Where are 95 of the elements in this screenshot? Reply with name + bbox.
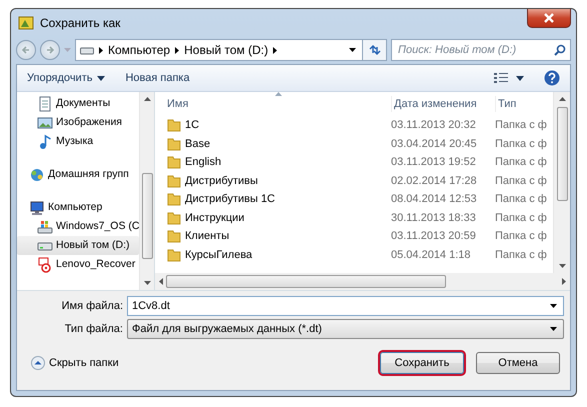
app-icon bbox=[18, 14, 34, 30]
address-bar[interactable]: Компьютер Новый том (D:) bbox=[75, 39, 363, 61]
search-icon bbox=[554, 44, 566, 56]
folder-icon bbox=[167, 174, 181, 188]
scroll-right-icon[interactable] bbox=[562, 278, 566, 285]
hide-folders-button[interactable]: Скрыть папки bbox=[31, 354, 119, 372]
picture-icon bbox=[37, 114, 53, 130]
column-header[interactable]: Тип bbox=[495, 96, 547, 112]
dialog-button[interactable]: Сохранить bbox=[380, 352, 464, 374]
file-date: 03.04.2014 20:45 bbox=[391, 138, 477, 150]
file-type-dropdown[interactable]: Файл для выгружаемых данных (*.dt) bbox=[127, 319, 564, 339]
file-date: 30.11.2013 18:33 bbox=[391, 212, 476, 224]
scroll-down-icon[interactable] bbox=[144, 281, 150, 285]
music-note-icon bbox=[37, 134, 53, 150]
search-box[interactable]: Поиск: Новый том (D:) bbox=[391, 39, 571, 61]
caret-icon[interactable] bbox=[516, 76, 524, 80]
file-date: 02.02.2014 17:28 bbox=[391, 174, 477, 186]
folder-icon bbox=[167, 118, 181, 132]
scrollbar-thumb[interactable] bbox=[166, 275, 446, 288]
file-type: Папка с ф bbox=[495, 212, 547, 224]
dropdown-icon bbox=[550, 327, 557, 331]
folder-icon bbox=[167, 229, 181, 244]
folder-icon bbox=[167, 192, 181, 206]
file-name[interactable]: КурсыГилева bbox=[185, 246, 252, 263]
file-name[interactable]: Инструкции bbox=[185, 210, 244, 226]
folder-icon bbox=[167, 210, 181, 225]
field-label: Имя файла: bbox=[60, 298, 123, 314]
chevron-icon bbox=[99, 46, 103, 54]
folder-icon bbox=[167, 136, 181, 151]
field-label: Тип файла: bbox=[64, 322, 123, 337]
file-name-field[interactable]: 1Cv8.dt bbox=[132, 298, 544, 314]
document-icon bbox=[37, 96, 53, 112]
scroll-up-icon[interactable] bbox=[144, 97, 150, 101]
chevron-icon bbox=[273, 46, 278, 54]
window-title: Сохранить как bbox=[40, 14, 120, 32]
file-type: Папка с ф bbox=[495, 156, 547, 168]
caret-icon bbox=[64, 48, 71, 52]
view-icon[interactable] bbox=[494, 72, 508, 84]
refresh-icon bbox=[368, 44, 382, 56]
scrollbar-thumb[interactable] bbox=[142, 173, 152, 259]
refresh-button[interactable] bbox=[363, 39, 387, 61]
breadcrumb-item[interactable]: Компьютер bbox=[108, 41, 170, 59]
column-header[interactable]: Дата изменения bbox=[391, 96, 495, 112]
file-name[interactable]: Дистрибутивы bbox=[185, 172, 258, 189]
file-type: Папка с ф bbox=[495, 138, 547, 150]
folder-icon bbox=[167, 155, 181, 170]
expand-up-icon bbox=[31, 356, 45, 370]
file-type: Папка с ф bbox=[495, 230, 547, 242]
drive-icon bbox=[37, 218, 53, 234]
drive-icon bbox=[80, 45, 94, 55]
forward-icon bbox=[44, 44, 56, 56]
folder-icon bbox=[167, 248, 181, 262]
scroll-down-icon[interactable] bbox=[558, 264, 566, 268]
help-icon[interactable] bbox=[544, 70, 560, 86]
file-name[interactable]: Дистрибутивы 1С bbox=[185, 191, 276, 208]
file-date: 08.04.2014 12:53 bbox=[391, 193, 477, 205]
close-button[interactable] bbox=[527, 9, 571, 28]
file-date: 03.11.2013 20:32 bbox=[391, 119, 476, 131]
nav-item[interactable]: Музыка bbox=[17, 132, 139, 151]
file-date: 03.11.2013 20:59 bbox=[391, 230, 476, 242]
file-name[interactable]: 1C bbox=[185, 117, 200, 134]
column-header[interactable]: Имя bbox=[167, 96, 391, 112]
file-name[interactable]: English bbox=[185, 154, 222, 170]
file-type: Папка с ф bbox=[495, 193, 547, 205]
caret-icon bbox=[97, 76, 106, 80]
scrollbar-thumb[interactable] bbox=[556, 106, 568, 200]
nav-item[interactable]: Документы bbox=[17, 94, 139, 113]
breadcrumb-item[interactable]: Новый том (D:) bbox=[184, 41, 268, 59]
nav-item[interactable]: Домашняя групп bbox=[17, 165, 139, 184]
nav-item[interactable]: Компьютер bbox=[17, 198, 139, 217]
computer-icon bbox=[29, 200, 45, 216]
file-date: 05.04.2014 1:18 bbox=[391, 248, 471, 260]
dialog-button[interactable]: Отмена bbox=[476, 352, 560, 374]
dropdown-icon bbox=[550, 304, 557, 308]
file-name[interactable]: Base bbox=[185, 136, 210, 152]
recovery-drive-icon bbox=[37, 256, 53, 272]
new-folder-button[interactable]: Новая папка bbox=[125, 70, 190, 86]
organize-menu[interactable]: Упорядочить bbox=[27, 70, 106, 86]
close-icon bbox=[544, 13, 554, 23]
chevron-icon bbox=[175, 46, 180, 54]
nav-item[interactable]: Новый том (D:) bbox=[17, 236, 139, 255]
back-icon bbox=[20, 44, 32, 56]
file-name-combo[interactable]: 1Cv8.dt bbox=[127, 296, 564, 316]
nav-item[interactable]: Windows7_OS (C bbox=[17, 217, 139, 236]
scroll-up-icon[interactable] bbox=[558, 97, 566, 101]
file-type: Папка с ф bbox=[495, 174, 547, 186]
network-icon bbox=[29, 166, 45, 182]
nav-item[interactable]: Изображения bbox=[17, 113, 139, 132]
dropdown-icon[interactable] bbox=[349, 48, 356, 52]
file-type: Папка с ф bbox=[495, 248, 547, 260]
nav-item[interactable]: Lenovo_Recover bbox=[17, 255, 139, 274]
file-name[interactable]: Клиенты bbox=[185, 228, 230, 244]
file-type: Папка с ф bbox=[495, 119, 547, 131]
file-date: 03.11.2013 19:52 bbox=[391, 156, 476, 168]
scroll-left-icon[interactable] bbox=[159, 278, 163, 285]
